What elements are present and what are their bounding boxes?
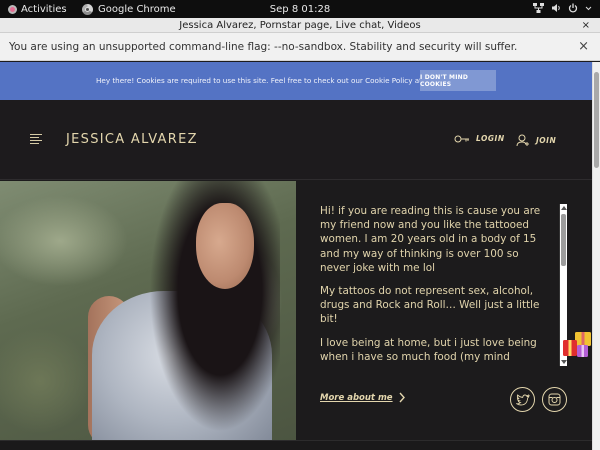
volume-icon [552,4,560,12]
window-titlebar: Jessica Alvarez, Pornstar page, Live cha… [0,18,600,33]
activities-icon [8,4,17,14]
app-name: Google Chrome [98,3,176,15]
scroll-up-arrow[interactable] [561,206,567,210]
cookie-text: Hey there! Cookies are required to use t… [96,76,459,85]
scroll-down-arrow[interactable] [561,360,567,364]
bio-paragraph: Hi! if you are reading this is cause you… [320,205,541,274]
content-divider [0,440,592,450]
app-indicator[interactable]: Google Chrome [82,3,176,15]
accept-cookies-button[interactable]: I DON'T MIND COOKIES [420,70,496,91]
join-label: JOIN [536,136,557,145]
bio-paragraph: My tattoos do not represent sex, alcohol… [320,285,540,326]
page-scrollbar[interactable] [592,62,600,450]
system-top-bar: Activities Google Chrome Sep 8 01:28 [0,0,600,18]
more-about-me-link[interactable]: More about me [320,392,405,403]
key-icon [454,135,469,142]
infobar-close-button[interactable]: × [578,39,589,54]
activities-button[interactable]: Activities [0,4,70,15]
site-header: JESSICA ALVAREZ LOGIN JOIN [0,100,592,180]
add-user-icon [516,134,529,147]
menu-icon[interactable] [30,134,42,144]
instagram-button[interactable] [542,387,567,412]
network-icon [533,3,544,13]
instagram-icon [548,393,561,406]
chevron-right-icon [399,392,405,403]
cookie-banner: Hey there! Cookies are required to use t… [0,62,592,100]
activities-label: Activities [21,3,67,15]
system-tray[interactable] [533,3,592,13]
chevron-down-icon [585,6,592,11]
login-label: LOGIN [476,134,505,143]
profile-photo [0,181,296,440]
gift-widget[interactable] [563,330,592,360]
warning-infobar: You are using an unsupported command-lin… [0,33,600,61]
site-title[interactable]: JESSICA ALVAREZ [66,132,198,147]
more-about-me-label: More about me [320,392,393,403]
power-icon [568,3,578,13]
chrome-icon [82,3,93,15]
window-close-button[interactable]: × [582,18,590,33]
gift-icon [563,332,591,357]
twitter-button[interactable] [510,387,535,412]
bio-scroll-thumb[interactable] [561,214,566,266]
bio-text: Hi! if you are reading this is cause you… [320,204,542,366]
infobar-message: You are using an unsupported command-lin… [9,40,518,53]
window-title: Jessica Alvarez, Pornstar page, Live cha… [179,20,421,31]
bio-paragraph: I love being at home, but i just love be… [320,336,537,366]
login-link[interactable]: LOGIN [454,134,505,143]
join-link[interactable]: JOIN [516,134,556,147]
twitter-icon [515,393,530,405]
page-scroll-thumb[interactable] [594,72,599,168]
